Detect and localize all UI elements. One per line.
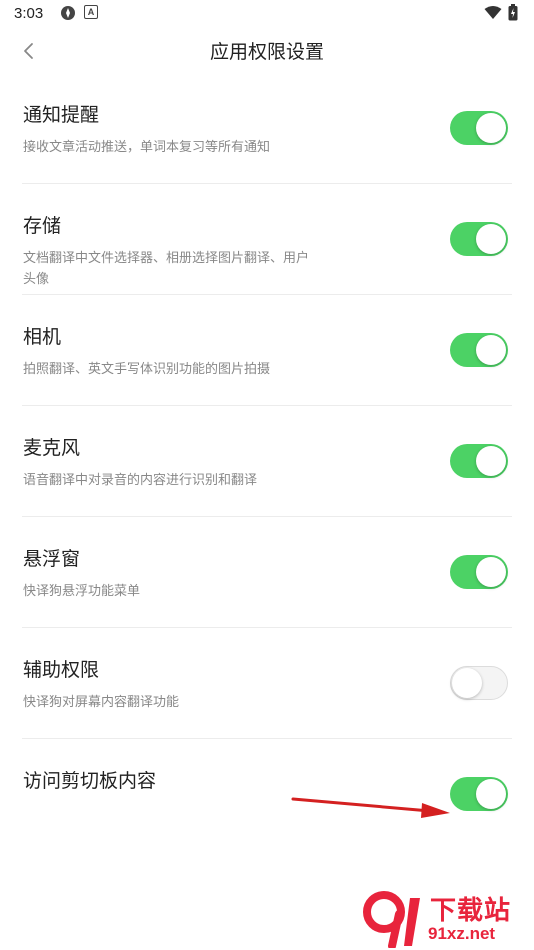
toggle-knob: [452, 668, 482, 698]
status-bar: 3:03 A: [0, 0, 534, 28]
permission-item-notification: 通知提醒 接收文章活动推送，单词本复习等所有通知: [22, 73, 512, 184]
toggle-knob: [476, 557, 506, 587]
status-time: 3:03: [14, 5, 44, 22]
wifi-icon: [484, 5, 502, 19]
permission-item-storage: 存储 文档翻译中文件选择器、相册选择图片翻译、用户头像: [22, 184, 512, 295]
permission-item-floating-window: 悬浮窗 快译狗悬浮功能菜单: [22, 517, 512, 628]
app-bar: 应用权限设置: [0, 28, 534, 74]
toggle-knob: [476, 335, 506, 365]
microphone-toggle[interactable]: [450, 444, 508, 478]
notification-toggle[interactable]: [450, 111, 508, 145]
permission-description: 语音翻译中对录音的内容进行识别和翻译: [23, 473, 258, 488]
watermark-main: 下载站: [430, 896, 512, 926]
permission-item-microphone: 麦克风 语音翻译中对录音的内容进行识别和翻译: [22, 406, 512, 517]
red-arrow-annotation: [291, 797, 450, 818]
permission-item-camera: 相机 拍照翻译、英文手写体识别功能的图片拍摄: [22, 295, 512, 406]
watermark-logo-icon: [363, 891, 420, 948]
watermark-sub: 91xz.net: [428, 924, 496, 943]
toggle-knob: [476, 224, 506, 254]
permission-description: 接收文章活动推送，单词本复习等所有通知: [23, 140, 271, 155]
permission-item-accessibility: 辅助权限 快译狗对屏幕内容翻译功能: [22, 628, 512, 739]
watermark: 下载站 91xz.net: [362, 888, 532, 948]
page-title: 应用权限设置: [209, 41, 324, 63]
permission-title: 访问剪切板内容: [23, 770, 157, 792]
permission-description: 拍照翻译、英文手写体识别功能的图片拍摄: [23, 362, 271, 377]
permission-title: 麦克风: [23, 437, 81, 459]
permission-description: 快译狗悬浮功能菜单: [23, 584, 141, 599]
permission-title: 辅助权限: [23, 659, 100, 681]
permission-description: 文档翻译中文件选择器、相册选择图片翻译、用户头像: [23, 251, 310, 287]
a-badge-icon: A: [84, 5, 98, 19]
toggle-knob: [476, 113, 506, 143]
battery-icon: [508, 4, 518, 21]
permission-description: 快译狗对屏幕内容翻译功能: [23, 695, 180, 710]
storage-toggle[interactable]: [450, 222, 508, 256]
permission-title: 相机: [23, 326, 62, 348]
permission-list: 通知提醒 接收文章活动推送，单词本复习等所有通知 存储 文档翻译中文件选择器、相…: [0, 73, 534, 849]
permission-title: 悬浮窗: [23, 548, 81, 570]
camera-toggle[interactable]: [450, 333, 508, 367]
permission-title: 通知提醒: [23, 104, 100, 126]
toggle-knob: [476, 779, 506, 809]
toggle-knob: [476, 446, 506, 476]
floating-window-toggle[interactable]: [450, 555, 508, 589]
permission-title: 存储: [23, 215, 62, 237]
accessibility-toggle[interactable]: [450, 666, 508, 700]
sync-icon: [61, 6, 75, 20]
